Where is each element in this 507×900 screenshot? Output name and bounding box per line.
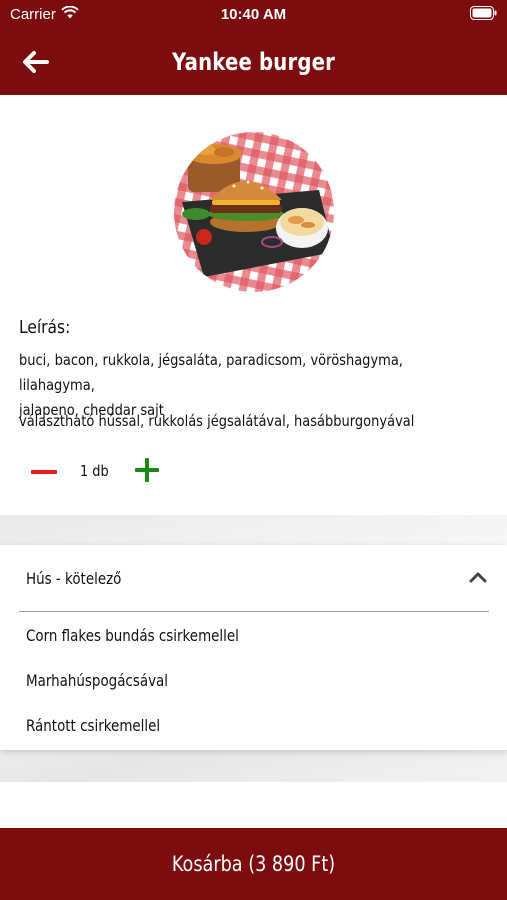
description-line: buci, bacon, rukkola, jégsaláta, paradic… — [19, 351, 403, 394]
quantity-stepper: 1 db — [28, 453, 228, 489]
page-title: Yankee burger — [172, 48, 335, 76]
add-to-cart-label: Kosárba (3 890 Ft) — [171, 852, 336, 876]
increase-quantity-button[interactable] — [131, 456, 163, 488]
options-card: Hús - kötelező Corn flakes bundás csirke… — [0, 545, 507, 750]
option-item[interactable]: Marhahúspogácsával — [26, 671, 486, 701]
option-label: Marhahúspogácsával — [26, 671, 168, 690]
add-to-cart-button[interactable]: Kosárba (3 890 Ft) — [0, 828, 507, 900]
description-extra: választható hússal, rukkolás jégsalátáva… — [19, 412, 415, 430]
options-header[interactable]: Hús - kötelező — [0, 545, 507, 611]
product-image — [174, 132, 334, 292]
decrease-quantity-button[interactable] — [28, 456, 60, 488]
option-label: Rántott csirkemellel — [26, 716, 161, 735]
battery-icon — [470, 6, 497, 20]
minus-icon — [31, 463, 57, 481]
nav-bar: Yankee burger — [0, 32, 507, 92]
product-card: Leírás: buci, bacon, rukkola, jégsaláta,… — [0, 95, 507, 515]
option-item[interactable]: Corn flakes bundás csirkemellel — [26, 626, 486, 656]
plus-icon — [135, 457, 159, 487]
status-time: 10:40 AM — [220, 6, 287, 23]
options-divider — [19, 611, 489, 612]
option-item[interactable]: Rántott csirkemellel — [26, 716, 486, 746]
footer-spacer — [0, 782, 507, 828]
status-bar: Carrier 10:40 AM — [0, 0, 507, 28]
description-label: Leírás: — [19, 317, 71, 338]
option-label: Corn flakes bundás csirkemellel — [26, 626, 239, 645]
top-bar: Carrier 10:40 AM Yankee burger — [0, 0, 507, 95]
options-title: Hús - kötelező — [26, 569, 122, 588]
chevron-up-icon — [469, 570, 487, 584]
quantity-value: 1 db — [80, 462, 109, 480]
